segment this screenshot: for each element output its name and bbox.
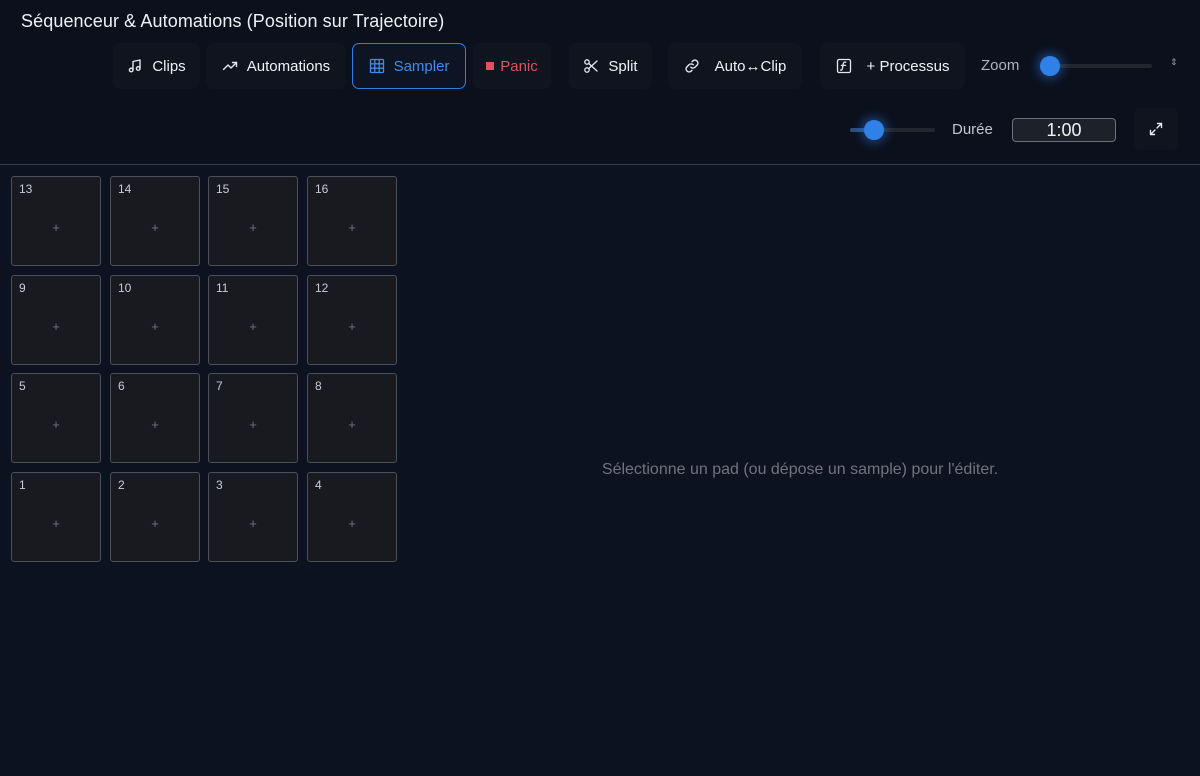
sampler-pad[interactable]: 1 + bbox=[11, 472, 101, 562]
sampler-pad[interactable]: 6 + bbox=[110, 373, 200, 463]
pad-number: 14 bbox=[118, 182, 132, 196]
pad-number: 16 bbox=[315, 182, 329, 196]
auto-clip-label: Auto↔Clip bbox=[714, 57, 787, 75]
sampler-pad[interactable]: 12 + bbox=[307, 275, 397, 365]
automations-button[interactable]: Automations bbox=[206, 43, 346, 89]
pad-number: 8 bbox=[315, 379, 322, 393]
grid-icon bbox=[369, 58, 384, 74]
zoom-stepper-icon[interactable]: ⇕ bbox=[1170, 57, 1178, 67]
zoom-stepper-glyph: ⇕ bbox=[1170, 57, 1178, 67]
sampler-pad[interactable]: 16 + bbox=[307, 176, 397, 266]
add-sample-icon: + bbox=[151, 220, 159, 235]
panic-button[interactable]: Panic bbox=[473, 43, 551, 89]
duration-label: Durée bbox=[952, 121, 993, 138]
split-label: Split bbox=[608, 57, 638, 75]
add-sample-icon: + bbox=[249, 516, 257, 531]
add-sample-icon: + bbox=[249, 417, 257, 432]
music-note-icon bbox=[129, 59, 142, 73]
pad-number: 9 bbox=[19, 281, 26, 295]
pad-number: 11 bbox=[216, 281, 229, 295]
add-sample-icon: + bbox=[348, 516, 356, 531]
fullscreen-button[interactable] bbox=[1134, 108, 1178, 150]
pad-number: 3 bbox=[216, 478, 223, 492]
add-process-button[interactable]: + Processus bbox=[820, 43, 965, 89]
add-sample-icon: + bbox=[52, 516, 60, 531]
add-sample-icon: + bbox=[348, 319, 356, 334]
add-sample-icon: + bbox=[151, 417, 159, 432]
sampler-pad[interactable]: 9 + bbox=[11, 275, 101, 365]
pad-number: 10 bbox=[118, 281, 132, 295]
panic-label: Panic bbox=[500, 57, 538, 75]
stop-square-icon bbox=[486, 62, 495, 70]
automations-label: Automations bbox=[246, 57, 331, 75]
add-sample-icon: + bbox=[151, 319, 159, 334]
sampler-pad[interactable]: 11 + bbox=[208, 275, 298, 365]
sampler-pad[interactable]: 4 + bbox=[307, 472, 397, 562]
sampler-label: Sampler bbox=[393, 57, 450, 75]
page-title: Séquenceur & Automations (Position sur T… bbox=[21, 11, 445, 31]
sequencer-header: Séquenceur & Automations (Position sur T… bbox=[0, 0, 1200, 165]
clips-label: Clips bbox=[152, 57, 186, 75]
pad-number: 7 bbox=[216, 379, 223, 393]
link-icon bbox=[685, 59, 699, 73]
add-sample-icon: + bbox=[249, 319, 257, 334]
pad-number: 4 bbox=[315, 478, 322, 492]
sampler-pad[interactable]: 8 + bbox=[307, 373, 397, 463]
add-sample-icon: + bbox=[348, 220, 356, 235]
duration-slider[interactable] bbox=[850, 120, 935, 140]
add-sample-icon: + bbox=[52, 220, 60, 235]
zoom-slider[interactable] bbox=[1040, 56, 1152, 76]
add-sample-icon: + bbox=[249, 220, 257, 235]
zoom-slider-thumb[interactable] bbox=[1040, 56, 1060, 76]
duration-field[interactable]: 1:00 bbox=[1012, 118, 1116, 142]
add-sample-icon: + bbox=[52, 417, 60, 432]
scissors-icon bbox=[584, 59, 599, 73]
sampler-pad[interactable]: 7 + bbox=[208, 373, 298, 463]
pad-number: 2 bbox=[118, 478, 125, 492]
pad-number: 15 bbox=[216, 182, 230, 196]
zoom-label: Zoom bbox=[981, 57, 1020, 74]
sampler-pad[interactable]: 3 + bbox=[208, 472, 298, 562]
add-sample-icon: + bbox=[348, 417, 356, 432]
trending-up-icon bbox=[222, 61, 237, 71]
function-icon bbox=[836, 58, 851, 74]
sampler-pad[interactable]: 2 + bbox=[110, 472, 200, 562]
auto-clip-button[interactable]: Auto↔Clip bbox=[668, 43, 802, 89]
add-process-label: + Processus bbox=[866, 57, 950, 75]
pad-number: 5 bbox=[19, 379, 26, 393]
pad-number: 12 bbox=[315, 281, 329, 295]
add-sample-icon: + bbox=[52, 319, 60, 334]
pad-number: 13 bbox=[19, 182, 33, 196]
duration-slider-thumb[interactable] bbox=[864, 120, 884, 140]
clips-button[interactable]: Clips bbox=[113, 43, 200, 89]
pad-number: 1 bbox=[19, 478, 26, 492]
sampler-pad[interactable]: 14 + bbox=[110, 176, 200, 266]
split-button[interactable]: Split bbox=[569, 43, 652, 89]
sampler-pad[interactable]: 13 + bbox=[11, 176, 101, 266]
sampler-pad[interactable]: 15 + bbox=[208, 176, 298, 266]
sampler-pad[interactable]: 10 + bbox=[110, 275, 200, 365]
expand-icon bbox=[1149, 122, 1163, 136]
pad-editor-empty-message: Sélectionne un pad (ou dépose un sample)… bbox=[601, 461, 999, 478]
sampler-button[interactable]: Sampler bbox=[352, 43, 466, 89]
add-sample-icon: + bbox=[151, 516, 159, 531]
pad-number: 6 bbox=[118, 379, 125, 393]
sampler-pad[interactable]: 5 + bbox=[11, 373, 101, 463]
